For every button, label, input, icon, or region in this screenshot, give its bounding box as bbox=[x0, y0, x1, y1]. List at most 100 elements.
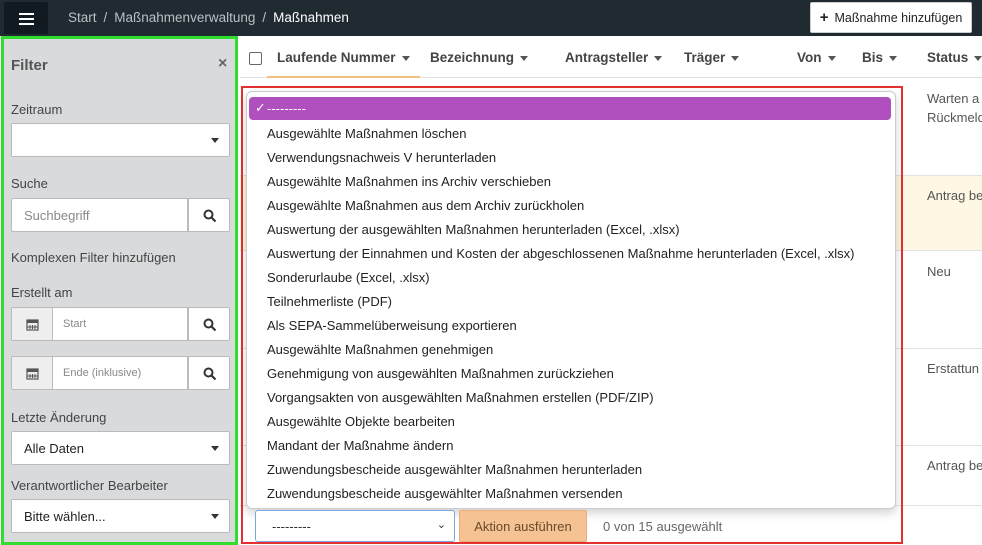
execute-action-button[interactable]: Aktion ausführen bbox=[459, 510, 587, 542]
dropdown-option[interactable]: Sonderurlaube (Excel, .xlsx) bbox=[267, 270, 430, 285]
dropdown-option[interactable]: Auswertung der Einnahmen und Kosten der … bbox=[267, 246, 855, 261]
column-laufende-nummer[interactable]: Laufende Nummer bbox=[277, 50, 410, 65]
search-placeholder: Suchbegriff bbox=[24, 208, 90, 223]
hamburger-icon-line bbox=[19, 18, 34, 20]
column-label: Träger bbox=[684, 50, 726, 65]
caret-down-icon bbox=[654, 55, 663, 61]
caret-down-icon bbox=[889, 55, 898, 61]
letzte-aenderung-label: Letzte Änderung bbox=[11, 410, 107, 425]
status-cell: Erstattun bbox=[927, 361, 980, 376]
filter-title: Filter bbox=[11, 57, 48, 74]
column-label: Status bbox=[927, 50, 969, 65]
search-button[interactable] bbox=[188, 198, 230, 232]
column-bis[interactable]: Bis bbox=[862, 50, 898, 65]
breadcrumb-current: Maßnahmen bbox=[273, 10, 349, 25]
start-date-search-button[interactable] bbox=[188, 307, 230, 341]
end-date-search-button[interactable] bbox=[188, 356, 230, 390]
search-icon bbox=[203, 318, 217, 332]
letzte-aenderung-value: Alle Daten bbox=[24, 441, 84, 456]
status-cell: Rückmeld bbox=[927, 110, 982, 125]
caret-down-icon bbox=[974, 55, 982, 61]
calendar-start-button[interactable] bbox=[11, 307, 53, 341]
chevron-down-icon: ⌄ bbox=[436, 519, 446, 531]
search-input[interactable]: Suchbegriff bbox=[11, 198, 188, 232]
calendar-icon bbox=[26, 319, 39, 331]
start-placeholder: Start bbox=[63, 318, 87, 330]
action-select-value: --------- bbox=[272, 519, 311, 534]
sort-indicator bbox=[267, 76, 420, 78]
column-von[interactable]: Von bbox=[797, 50, 836, 65]
status-cell: Warten a bbox=[927, 91, 980, 106]
hamburger-icon-line bbox=[19, 23, 34, 25]
calendar-icon bbox=[26, 368, 39, 380]
caret-down-icon bbox=[401, 55, 410, 61]
close-icon[interactable]: × bbox=[218, 55, 227, 73]
add-measure-button[interactable]: + Maßnahme hinzufügen bbox=[810, 2, 972, 33]
letzte-aenderung-select[interactable]: Alle Daten bbox=[11, 431, 230, 465]
selection-count: 0 von 15 ausgewählt bbox=[603, 519, 723, 534]
dropdown-option[interactable]: Ausgewählte Maßnahmen löschen bbox=[267, 126, 466, 141]
breadcrumb-massnahmenverwaltung[interactable]: Maßnahmenverwaltung bbox=[114, 10, 255, 25]
dropdown-option[interactable]: Genehmigung von ausgewählten Maßnahmen z… bbox=[267, 366, 614, 381]
complex-filter-link[interactable]: Komplexen Filter hinzufügen bbox=[11, 250, 176, 265]
dropdown-option[interactable]: Auswertung der ausgewählten Maßnahmen he… bbox=[267, 222, 680, 237]
status-cell: Antrag be bbox=[927, 188, 982, 203]
dropdown-option-selected[interactable]: ✓ --------- bbox=[249, 97, 891, 120]
zeitraum-select[interactable] bbox=[11, 123, 230, 157]
selected-option-label: --------- bbox=[267, 101, 306, 116]
calendar-end-button[interactable] bbox=[11, 356, 53, 390]
action-dropdown-menu: ✓ --------- Ausgewählte Maßnahmen lösche… bbox=[246, 91, 896, 509]
filter-panel: Filter × Zeitraum Suche Suchbegriff Komp… bbox=[1, 36, 238, 545]
dropdown-option[interactable]: Ausgewählte Maßnahmen genehmigen bbox=[267, 342, 493, 357]
end-date-input[interactable]: Ende (inklusive) bbox=[53, 356, 188, 390]
breadcrumb-separator: / bbox=[103, 10, 108, 25]
dropdown-option[interactable]: Zuwendungsbescheide ausgewählter Maßnahm… bbox=[267, 462, 642, 477]
bearbeiter-value: Bitte wählen... bbox=[24, 509, 106, 524]
dropdown-option[interactable]: Verwendungsnachweis V herunterladen bbox=[267, 150, 496, 165]
end-placeholder: Ende (inklusive) bbox=[63, 367, 142, 379]
status-cell: Antrag be bbox=[927, 458, 982, 473]
dropdown-option[interactable]: Mandant der Maßnahme ändern bbox=[267, 438, 453, 453]
action-select[interactable]: --------- ⌄ bbox=[255, 510, 455, 542]
column-label: Antragsteller bbox=[565, 50, 649, 65]
erstellt-label: Erstellt am bbox=[11, 285, 73, 300]
dropdown-option[interactable]: Als SEPA-Sammelüberweisung exportieren bbox=[267, 318, 517, 333]
caret-down-icon bbox=[211, 446, 219, 451]
breadcrumb-start[interactable]: Start bbox=[68, 10, 97, 25]
status-cell: Neu bbox=[927, 264, 951, 279]
caret-down-icon bbox=[211, 514, 219, 519]
menu-toggle-button[interactable] bbox=[4, 2, 48, 34]
column-traeger[interactable]: Träger bbox=[684, 50, 740, 65]
column-label: Von bbox=[797, 50, 822, 65]
dropdown-option[interactable]: Ausgewählte Objekte bearbeiten bbox=[267, 414, 455, 429]
table-header: Laufende Nummer Bezeichnung Antragstelle… bbox=[240, 36, 982, 78]
plus-icon: + bbox=[819, 9, 829, 26]
caret-down-icon bbox=[520, 55, 529, 61]
dropdown-option[interactable]: Ausgewählte Maßnahmen ins Archiv verschi… bbox=[267, 174, 551, 189]
column-antragsteller[interactable]: Antragsteller bbox=[565, 50, 663, 65]
dropdown-option[interactable]: Vorgangsakten von ausgewählten Maßnahmen… bbox=[267, 390, 654, 405]
add-measure-label: Maßnahme hinzufügen bbox=[834, 10, 963, 25]
suche-label: Suche bbox=[11, 176, 48, 191]
top-navbar: Start / Maßnahmenverwaltung / Maßnahmen + Ma… bbox=[0, 0, 982, 36]
breadcrumb-separator: / bbox=[262, 10, 267, 25]
caret-down-icon bbox=[731, 55, 740, 61]
caret-down-icon bbox=[827, 55, 836, 61]
caret-down-icon bbox=[211, 138, 219, 143]
dropdown-option[interactable]: Teilnehmerliste (PDF) bbox=[267, 294, 392, 309]
checkmark-icon: ✓ bbox=[255, 100, 266, 115]
column-label: Laufende Nummer bbox=[277, 50, 396, 65]
column-label: Bezeichnung bbox=[430, 50, 515, 65]
column-status[interactable]: Status bbox=[927, 50, 982, 65]
dropdown-option[interactable]: Zuwendungsbescheide ausgewählter Maßnahm… bbox=[267, 486, 623, 501]
column-label: Bis bbox=[862, 50, 884, 65]
select-all-checkbox[interactable] bbox=[249, 52, 262, 65]
dropdown-option[interactable]: Ausgewählte Maßnahmen aus dem Archiv zur… bbox=[267, 198, 584, 213]
column-bezeichnung[interactable]: Bezeichnung bbox=[430, 50, 529, 65]
bearbeiter-select[interactable]: Bitte wählen... bbox=[11, 499, 230, 533]
hamburger-icon bbox=[19, 13, 34, 15]
search-icon bbox=[203, 209, 217, 223]
search-icon bbox=[203, 367, 217, 381]
start-date-input[interactable]: Start bbox=[53, 307, 188, 341]
zeitraum-label: Zeitraum bbox=[11, 102, 63, 117]
